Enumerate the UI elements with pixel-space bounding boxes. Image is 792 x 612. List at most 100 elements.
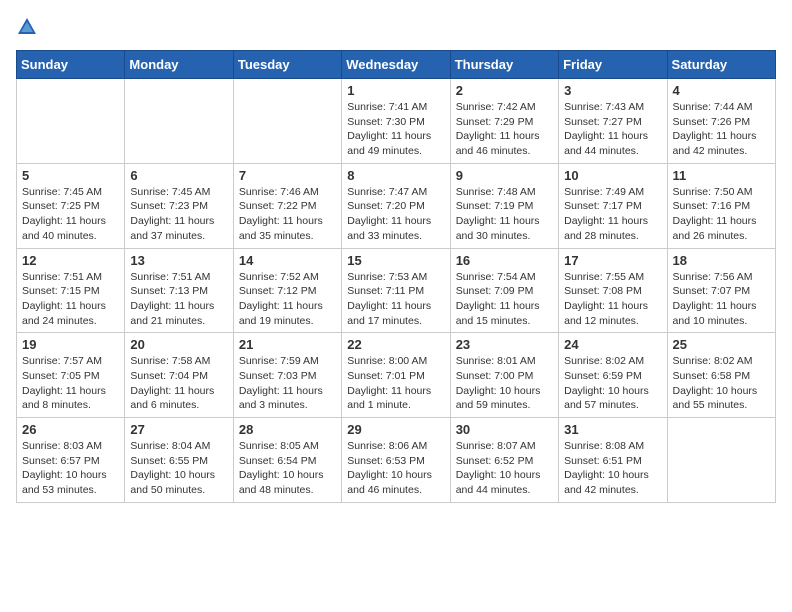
- day-number: 19: [22, 337, 119, 352]
- day-info: Sunrise: 7:48 AM Sunset: 7:19 PM Dayligh…: [456, 185, 553, 244]
- day-info: Sunrise: 8:05 AM Sunset: 6:54 PM Dayligh…: [239, 439, 336, 498]
- calendar-cell: [17, 79, 125, 164]
- calendar-cell: [667, 418, 775, 503]
- day-info: Sunrise: 8:08 AM Sunset: 6:51 PM Dayligh…: [564, 439, 661, 498]
- calendar-header-row: SundayMondayTuesdayWednesdayThursdayFrid…: [17, 51, 776, 79]
- day-number: 5: [22, 168, 119, 183]
- day-info: Sunrise: 7:45 AM Sunset: 7:25 PM Dayligh…: [22, 185, 119, 244]
- calendar-cell: 12 Sunrise: 7:51 AM Sunset: 7:15 PM Dayli…: [17, 248, 125, 333]
- calendar-header-thursday: Thursday: [450, 51, 558, 79]
- day-number: 9: [456, 168, 553, 183]
- day-info: Sunrise: 7:50 AM Sunset: 7:16 PM Dayligh…: [673, 185, 770, 244]
- day-number: 2: [456, 83, 553, 98]
- calendar-cell: 25 Sunrise: 8:02 AM Sunset: 6:58 PM Dayli…: [667, 333, 775, 418]
- day-number: 6: [130, 168, 227, 183]
- day-number: 28: [239, 422, 336, 437]
- calendar-header-saturday: Saturday: [667, 51, 775, 79]
- calendar-header-tuesday: Tuesday: [233, 51, 341, 79]
- day-info: Sunrise: 8:02 AM Sunset: 6:59 PM Dayligh…: [564, 354, 661, 413]
- calendar-cell: 4 Sunrise: 7:44 AM Sunset: 7:26 PM Daylig…: [667, 79, 775, 164]
- calendar-cell: 6 Sunrise: 7:45 AM Sunset: 7:23 PM Daylig…: [125, 163, 233, 248]
- calendar-table: SundayMondayTuesdayWednesdayThursdayFrid…: [16, 50, 776, 503]
- day-number: 14: [239, 253, 336, 268]
- calendar-cell: 11Sunrise: 7:50 AM Sunset: 7:16 PM Dayli…: [667, 163, 775, 248]
- calendar-cell: 17Sunrise: 7:55 AM Sunset: 7:08 PM Dayli…: [559, 248, 667, 333]
- calendar-header-sunday: Sunday: [17, 51, 125, 79]
- calendar-week-1: 1 Sunrise: 7:41 AM Sunset: 7:30 PM Daylig…: [17, 79, 776, 164]
- calendar-cell: 1 Sunrise: 7:41 AM Sunset: 7:30 PM Daylig…: [342, 79, 450, 164]
- calendar-cell: 5 Sunrise: 7:45 AM Sunset: 7:25 PM Daylig…: [17, 163, 125, 248]
- day-number: 18: [673, 253, 770, 268]
- day-info: Sunrise: 7:43 AM Sunset: 7:27 PM Dayligh…: [564, 100, 661, 159]
- calendar-header-monday: Monday: [125, 51, 233, 79]
- calendar-cell: [233, 79, 341, 164]
- day-info: Sunrise: 7:45 AM Sunset: 7:23 PM Dayligh…: [130, 185, 227, 244]
- day-number: 29: [347, 422, 444, 437]
- calendar-cell: 29 Sunrise: 8:06 AM Sunset: 6:53 PM Dayli…: [342, 418, 450, 503]
- calendar-cell: 10Sunrise: 7:49 AM Sunset: 7:17 PM Dayli…: [559, 163, 667, 248]
- day-info: Sunrise: 7:52 AM Sunset: 7:12 PM Dayligh…: [239, 270, 336, 329]
- day-info: Sunrise: 7:57 AM Sunset: 7:05 PM Dayligh…: [22, 354, 119, 413]
- day-info: Sunrise: 7:55 AM Sunset: 7:08 PM Dayligh…: [564, 270, 661, 329]
- day-number: 20: [130, 337, 227, 352]
- day-info: Sunrise: 8:07 AM Sunset: 6:52 PM Dayligh…: [456, 439, 553, 498]
- day-info: Sunrise: 8:00 AM Sunset: 7:01 PM Dayligh…: [347, 354, 444, 413]
- day-number: 26: [22, 422, 119, 437]
- day-info: Sunrise: 7:44 AM Sunset: 7:26 PM Dayligh…: [673, 100, 770, 159]
- calendar-cell: 14 Sunrise: 7:52 AM Sunset: 7:12 PM Dayli…: [233, 248, 341, 333]
- calendar-cell: 22 Sunrise: 8:00 AM Sunset: 7:01 PM Dayli…: [342, 333, 450, 418]
- calendar-week-5: 26 Sunrise: 8:03 AM Sunset: 6:57 PM Dayli…: [17, 418, 776, 503]
- calendar-week-3: 12 Sunrise: 7:51 AM Sunset: 7:15 PM Dayli…: [17, 248, 776, 333]
- day-number: 4: [673, 83, 770, 98]
- calendar-cell: 15Sunrise: 7:53 AM Sunset: 7:11 PM Dayli…: [342, 248, 450, 333]
- day-number: 13: [130, 253, 227, 268]
- day-number: 12: [22, 253, 119, 268]
- day-info: Sunrise: 8:01 AM Sunset: 7:00 PM Dayligh…: [456, 354, 553, 413]
- day-info: Sunrise: 8:06 AM Sunset: 6:53 PM Dayligh…: [347, 439, 444, 498]
- calendar-cell: 2 Sunrise: 7:42 AM Sunset: 7:29 PM Daylig…: [450, 79, 558, 164]
- calendar-header-wednesday: Wednesday: [342, 51, 450, 79]
- calendar-cell: 30 Sunrise: 8:07 AM Sunset: 6:52 PM Dayli…: [450, 418, 558, 503]
- calendar-cell: 26 Sunrise: 8:03 AM Sunset: 6:57 PM Dayli…: [17, 418, 125, 503]
- calendar-cell: 8 Sunrise: 7:47 AM Sunset: 7:20 PM Daylig…: [342, 163, 450, 248]
- day-info: Sunrise: 7:47 AM Sunset: 7:20 PM Dayligh…: [347, 185, 444, 244]
- calendar-cell: 18 Sunrise: 7:56 AM Sunset: 7:07 PM Dayli…: [667, 248, 775, 333]
- day-info: Sunrise: 8:04 AM Sunset: 6:55 PM Dayligh…: [130, 439, 227, 498]
- calendar-cell: 13 Sunrise: 7:51 AM Sunset: 7:13 PM Dayli…: [125, 248, 233, 333]
- logo: [16, 16, 42, 38]
- calendar-cell: [125, 79, 233, 164]
- day-info: Sunrise: 8:02 AM Sunset: 6:58 PM Dayligh…: [673, 354, 770, 413]
- calendar-cell: 23Sunrise: 8:01 AM Sunset: 7:00 PM Dayli…: [450, 333, 558, 418]
- calendar-cell: 20Sunrise: 7:58 AM Sunset: 7:04 PM Dayli…: [125, 333, 233, 418]
- day-info: Sunrise: 7:54 AM Sunset: 7:09 PM Dayligh…: [456, 270, 553, 329]
- day-info: Sunrise: 7:56 AM Sunset: 7:07 PM Dayligh…: [673, 270, 770, 329]
- day-info: Sunrise: 7:51 AM Sunset: 7:13 PM Dayligh…: [130, 270, 227, 329]
- calendar-cell: 19 Sunrise: 7:57 AM Sunset: 7:05 PM Dayli…: [17, 333, 125, 418]
- calendar-cell: 16 Sunrise: 7:54 AM Sunset: 7:09 PM Dayli…: [450, 248, 558, 333]
- day-number: 3: [564, 83, 661, 98]
- day-info: Sunrise: 7:42 AM Sunset: 7:29 PM Dayligh…: [456, 100, 553, 159]
- day-info: Sunrise: 7:53 AM Sunset: 7:11 PM Dayligh…: [347, 270, 444, 329]
- calendar-cell: 27 Sunrise: 8:04 AM Sunset: 6:55 PM Dayli…: [125, 418, 233, 503]
- day-number: 8: [347, 168, 444, 183]
- day-number: 7: [239, 168, 336, 183]
- day-number: 1: [347, 83, 444, 98]
- logo-icon: [16, 16, 38, 38]
- day-number: 30: [456, 422, 553, 437]
- calendar-cell: 31Sunrise: 8:08 AM Sunset: 6:51 PM Dayli…: [559, 418, 667, 503]
- day-info: Sunrise: 7:59 AM Sunset: 7:03 PM Dayligh…: [239, 354, 336, 413]
- calendar-week-2: 5 Sunrise: 7:45 AM Sunset: 7:25 PM Daylig…: [17, 163, 776, 248]
- day-info: Sunrise: 8:03 AM Sunset: 6:57 PM Dayligh…: [22, 439, 119, 498]
- day-info: Sunrise: 7:41 AM Sunset: 7:30 PM Dayligh…: [347, 100, 444, 159]
- day-number: 16: [456, 253, 553, 268]
- day-number: 22: [347, 337, 444, 352]
- day-info: Sunrise: 7:51 AM Sunset: 7:15 PM Dayligh…: [22, 270, 119, 329]
- calendar-cell: 9 Sunrise: 7:48 AM Sunset: 7:19 PM Daylig…: [450, 163, 558, 248]
- day-info: Sunrise: 7:49 AM Sunset: 7:17 PM Dayligh…: [564, 185, 661, 244]
- day-number: 27: [130, 422, 227, 437]
- calendar-cell: 3 Sunrise: 7:43 AM Sunset: 7:27 PM Daylig…: [559, 79, 667, 164]
- calendar-week-4: 19 Sunrise: 7:57 AM Sunset: 7:05 PM Dayli…: [17, 333, 776, 418]
- day-number: 25: [673, 337, 770, 352]
- calendar-cell: 24Sunrise: 8:02 AM Sunset: 6:59 PM Dayli…: [559, 333, 667, 418]
- day-number: 21: [239, 337, 336, 352]
